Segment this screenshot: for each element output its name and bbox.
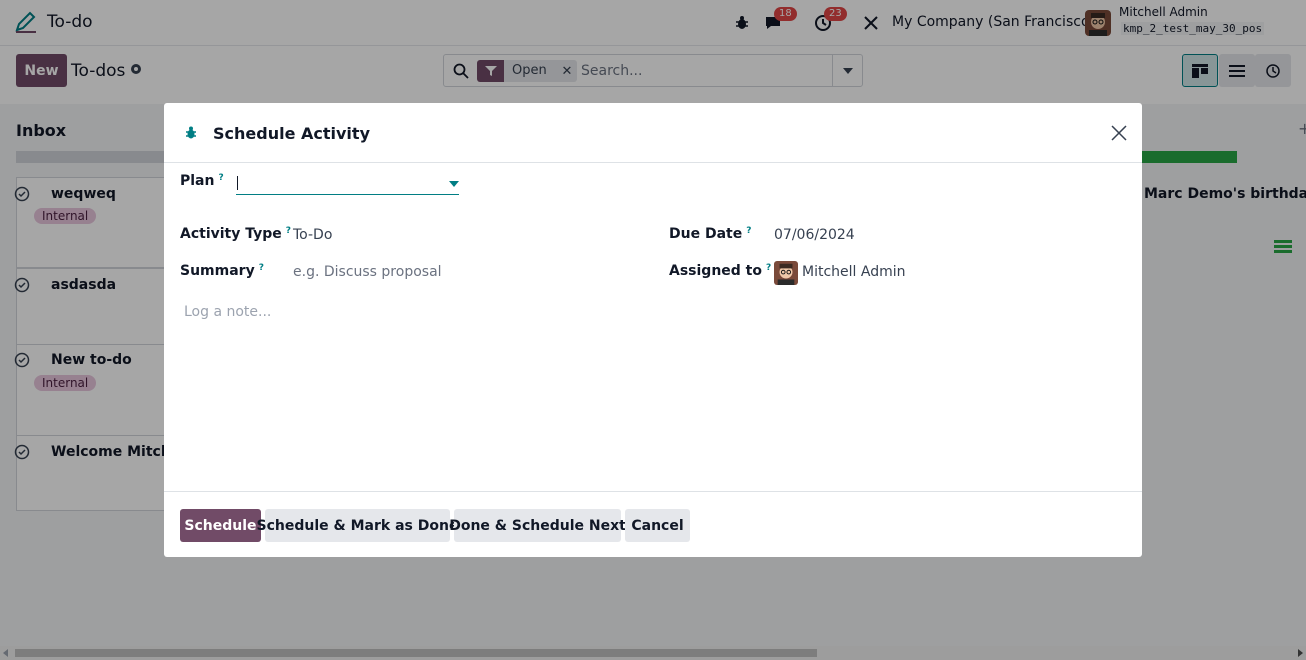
bug-icon <box>186 126 196 139</box>
activity-type-field[interactable]: To-Do <box>293 227 332 243</box>
due-date-field[interactable]: 07/06/2024 <box>774 227 855 243</box>
schedule-activity-dialog: Schedule Activity Plan? Activity Type? T… <box>164 103 1142 557</box>
close-icon[interactable] <box>1110 124 1128 142</box>
assigned-to-field[interactable]: Mitchell Admin <box>802 264 906 280</box>
text-caret <box>237 176 238 190</box>
help-tooltip-icon[interactable]: ? <box>766 263 771 273</box>
assigned-to-label: Assigned to? <box>669 263 772 279</box>
plan-select[interactable] <box>236 173 459 195</box>
done-schedule-next-button[interactable]: Done & Schedule Next <box>449 509 626 542</box>
help-tooltip-icon[interactable]: ? <box>218 173 223 183</box>
dialog-header: Schedule Activity <box>164 103 1142 163</box>
schedule-button[interactable]: Schedule <box>180 509 261 542</box>
caret-down-icon[interactable] <box>449 181 459 187</box>
log-note-editor[interactable]: Log a note... <box>184 304 271 320</box>
summary-label: Summary? <box>180 263 264 279</box>
activity-type-label: Activity Type? <box>180 226 292 242</box>
help-tooltip-icon[interactable]: ? <box>746 226 751 236</box>
help-tooltip-icon[interactable]: ? <box>259 263 264 273</box>
cancel-button[interactable]: Cancel <box>625 509 690 542</box>
dialog-title: Schedule Activity <box>213 124 370 143</box>
due-date-label: Due Date? <box>669 226 752 242</box>
schedule-mark-done-button[interactable]: Schedule & Mark as Done <box>257 509 458 542</box>
assignee-avatar <box>774 261 798 285</box>
plan-label: Plan? <box>180 173 224 189</box>
help-tooltip-icon[interactable]: ? <box>286 226 291 236</box>
dialog-footer: Schedule Schedule & Mark as Done Done & … <box>164 491 1142 557</box>
summary-input[interactable]: e.g. Discuss proposal <box>293 264 442 280</box>
